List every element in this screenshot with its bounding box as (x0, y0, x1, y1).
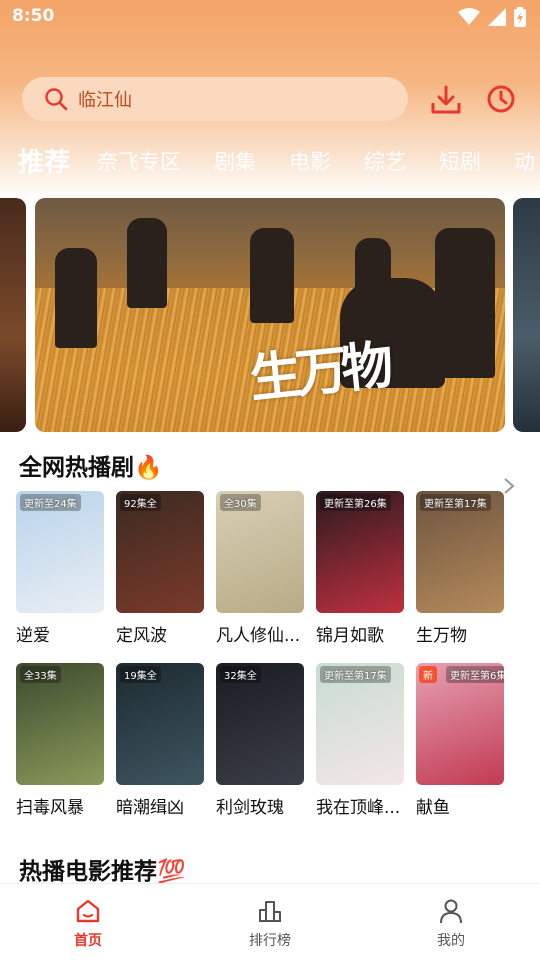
wifi-icon (458, 8, 480, 25)
poster: 新 更新至第6集 (416, 663, 504, 785)
drama-card[interactable]: 19集全 暗潮缉凶 (116, 663, 204, 818)
episode-badge: 更新至第26集 (320, 494, 391, 511)
tab-netflix[interactable]: 奈飞专区 (97, 146, 181, 176)
banner-figure (55, 248, 97, 348)
card-title: 扫毒风暴 (16, 798, 84, 818)
episode-badge: 更新至24集 (20, 494, 81, 511)
search-input[interactable]: 临江仙 (22, 77, 408, 121)
history-icon[interactable] (486, 84, 516, 114)
episode-badge: 更新至第17集 (320, 666, 391, 683)
drama-card[interactable]: 更新至第17集 我在顶峰... (316, 663, 404, 818)
card-title: 生万物 (416, 626, 467, 646)
banner-prev-slide[interactable] (0, 198, 26, 432)
nav-ranking-label: 排行榜 (249, 933, 291, 949)
card-title: 献鱼 (416, 798, 450, 818)
ranking-icon (259, 901, 281, 922)
card-title: 定风波 (116, 626, 167, 646)
tab-anime[interactable]: 动 (514, 146, 535, 176)
nav-profile[interactable]: 我的 (406, 898, 496, 950)
fire-emoji-icon: 🔥 (134, 455, 163, 481)
card-title: 凡人修仙... (216, 626, 301, 646)
section-title-hot-dramas: 全网热播剧🔥 (19, 448, 163, 482)
banner-next-slide[interactable] (513, 198, 540, 432)
person-icon (440, 899, 462, 924)
poster: 更新至第17集 (416, 491, 504, 613)
battery-icon (514, 7, 526, 27)
drama-card[interactable]: 更新至第17集 生万物 (416, 491, 504, 646)
episode-badge: 全33集 (20, 666, 61, 683)
episode-badge: 19集全 (120, 666, 161, 683)
banner-figure (127, 218, 167, 308)
banner-title: 生万物 (246, 334, 391, 411)
card-title: 利剑玫瑰 (216, 798, 284, 818)
poster: 更新至24集 (16, 491, 104, 613)
banner-figure (435, 228, 495, 378)
poster: 19集全 (116, 663, 204, 785)
episode-badge: 32集全 (220, 666, 261, 683)
tab-series[interactable]: 剧集 (214, 146, 256, 176)
section-title-hot-movies: 热播电影推荐💯 (19, 852, 186, 886)
status-time: 8:50 (12, 6, 55, 26)
hundred-emoji-icon: 💯 (157, 859, 186, 885)
status-bar: 8:50 (0, 0, 540, 34)
card-title: 暗潮缉凶 (116, 798, 184, 818)
episode-badge: 更新至第17集 (420, 494, 491, 511)
section-title-text: 全网热播剧 (19, 455, 134, 481)
new-badge: 新 (419, 666, 437, 683)
drama-card[interactable]: 92集全 定风波 (116, 491, 204, 646)
tab-short-drama[interactable]: 短剧 (439, 146, 481, 176)
nav-profile-label: 我的 (437, 933, 465, 949)
episode-badge: 92集全 (120, 494, 161, 511)
poster: 32集全 (216, 663, 304, 785)
drama-card[interactable]: 更新至24集 逆爱 (16, 491, 104, 646)
drama-card[interactable]: 32集全 利剑玫瑰 (216, 663, 304, 818)
poster: 更新至第26集 (316, 491, 404, 613)
tab-variety[interactable]: 综艺 (364, 146, 406, 176)
drama-card[interactable]: 全30集 凡人修仙... (216, 491, 304, 646)
section-title-text: 热播电影推荐 (19, 859, 157, 885)
home-icon (76, 899, 100, 923)
banner-carousel: 生万物 (0, 198, 540, 434)
nav-home[interactable]: 首页 (43, 898, 133, 950)
tab-movies[interactable]: 电影 (289, 146, 331, 176)
chevron-right-icon[interactable] (502, 477, 516, 495)
poster: 全33集 (16, 663, 104, 785)
episode-badge: 更新至第6集 (446, 666, 504, 683)
banner-slide[interactable]: 生万物 (35, 198, 505, 432)
bottom-nav: 首页 排行榜 我的 (0, 883, 540, 961)
search-icon (45, 88, 68, 111)
drama-card[interactable]: 更新至第26集 锦月如歌 (316, 491, 404, 646)
drama-card[interactable]: 全33集 扫毒风暴 (16, 663, 104, 818)
signal-icon (488, 8, 506, 26)
card-title: 锦月如歌 (316, 626, 384, 646)
card-title: 逆爱 (16, 626, 50, 646)
card-title: 我在顶峰... (316, 798, 401, 818)
nav-home-label: 首页 (74, 933, 102, 949)
episode-badge: 全30集 (220, 494, 261, 511)
search-query: 临江仙 (78, 90, 132, 111)
category-tabs: 推荐 奈飞专区 剧集 电影 综艺 短剧 动 (18, 142, 540, 182)
tab-recommend[interactable]: 推荐 (18, 142, 70, 179)
status-icons (458, 7, 526, 27)
poster: 全30集 (216, 491, 304, 613)
nav-ranking[interactable]: 排行榜 (225, 898, 315, 950)
download-icon[interactable] (430, 85, 462, 115)
drama-card[interactable]: 新 更新至第6集 献鱼 (416, 663, 504, 818)
poster: 更新至第17集 (316, 663, 404, 785)
banner-figure (250, 228, 294, 323)
poster: 92集全 (116, 491, 204, 613)
